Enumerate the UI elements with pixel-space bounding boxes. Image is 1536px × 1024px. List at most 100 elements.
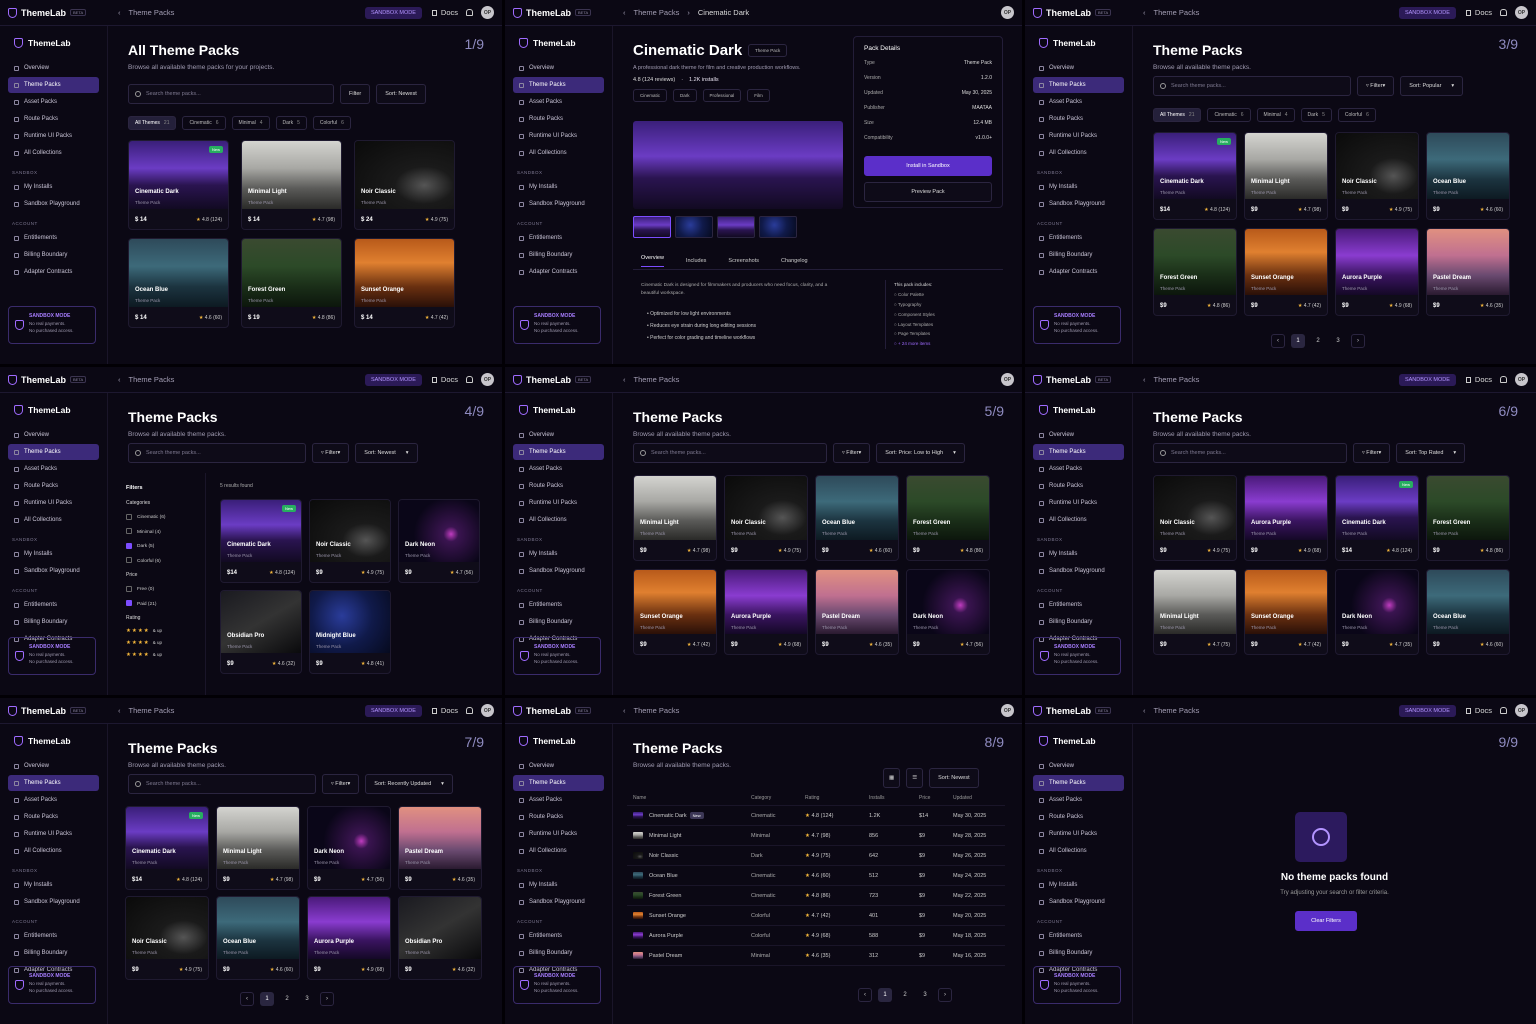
sort-select[interactable]: Sort: Recently Updated ▾ xyxy=(365,774,453,794)
sidebar-item-all-collections[interactable]: All Collections xyxy=(513,512,604,528)
sidebar-item-asset-packs[interactable]: Asset Packs xyxy=(1033,792,1124,808)
sidebar-item-theme-packs[interactable]: Theme Packs xyxy=(1033,775,1124,791)
sidebar-item-all-collections[interactable]: All Collections xyxy=(8,843,99,859)
page-1-button[interactable]: 1 xyxy=(260,992,274,1006)
sidebar-item-billing-boundary[interactable]: Billing Boundary xyxy=(513,614,604,630)
sidebar-item-asset-packs[interactable]: Asset Packs xyxy=(513,461,604,477)
sidebar-item-all-collections[interactable]: All Collections xyxy=(8,145,99,161)
crumb-theme-packs[interactable]: Theme Packs xyxy=(1154,706,1200,715)
sidebar-item-entitlements[interactable]: Entitlements xyxy=(513,597,604,613)
sidebar-item-overview[interactable]: Overview xyxy=(513,427,604,443)
filter-button[interactable]: ▿ Filter ▾ xyxy=(312,443,350,463)
theme-card[interactable]: Ocean Blue Theme Pack $9 4.6 (60) xyxy=(1426,569,1510,655)
docs-link[interactable]: Docs xyxy=(431,375,458,384)
filter-button[interactable]: Filter xyxy=(340,84,371,104)
theme-card[interactable]: Forest Green Theme Pack $ 19 4.8 (86) xyxy=(241,238,342,328)
sidebar-item-route-packs[interactable]: Route Packs xyxy=(1033,478,1124,494)
theme-card[interactable]: Dark Neon Theme Pack $9 4.7 (35) xyxy=(1335,569,1419,655)
table-row[interactable]: Pastel Dream Minimal ★ 4.6 (35) 312 $9 May 16… xyxy=(627,946,1005,966)
chip-cinematic[interactable]: Cinematic 6 xyxy=(1207,108,1251,122)
theme-card[interactable]: Forest Green Theme Pack $9 4.8 (86) xyxy=(906,475,990,561)
grid-view-icon[interactable]: ▦ xyxy=(883,768,901,788)
avatar[interactable]: OP xyxy=(1515,6,1528,19)
sidebar-item-theme-packs[interactable]: Theme Packs xyxy=(8,775,99,791)
chip-all-themes[interactable]: All Themes 21 xyxy=(128,116,177,130)
sidebar-item-entitlements[interactable]: Entitlements xyxy=(513,928,604,944)
sidebar-item-adapter-contracts[interactable]: Adapter Contracts xyxy=(513,264,604,280)
theme-card[interactable]: Obsidian Pro Theme Pack $9 4.6 (32) xyxy=(398,896,482,980)
sidebar-item-my-installs[interactable]: My Installs xyxy=(8,877,99,893)
sidebar-item-sandbox-playground[interactable]: Sandbox Playground xyxy=(513,894,604,910)
sidebar-item-sandbox-playground[interactable]: Sandbox Playground xyxy=(1033,894,1124,910)
checkbox[interactable] xyxy=(126,513,132,520)
screenshot-thumb[interactable] xyxy=(675,216,713,238)
crumb-theme-packs[interactable]: Theme Packs xyxy=(1154,8,1200,17)
theme-card[interactable]: Aurora Purple Theme Pack $9 4.9 (68) xyxy=(307,896,391,980)
theme-card[interactable]: Pastel Dream Theme Pack $9 4.6 (35) xyxy=(815,569,899,655)
table-row[interactable]: Forest Green Cinematic ★ 4.8 (86) 723 $9 May … xyxy=(627,886,1005,906)
back-chevron-icon[interactable]: ‹ xyxy=(623,706,626,715)
sidebar-item-route-packs[interactable]: Route Packs xyxy=(513,111,604,127)
crumb-theme-packs[interactable]: Theme Packs xyxy=(129,706,175,715)
checkbox[interactable] xyxy=(126,600,132,607)
category-checkbox[interactable]: Dark (5) xyxy=(126,539,205,553)
theme-card[interactable]: Ocean Blue Theme Pack $9 4.6 (60) xyxy=(216,896,300,980)
theme-card[interactable]: Cinematic Dark Theme Pack $14 4.8 (124) New xyxy=(1153,132,1237,220)
crumb-theme-packs[interactable]: Theme Packs xyxy=(1154,375,1200,384)
sidebar-item-overview[interactable]: Overview xyxy=(1033,427,1124,443)
sidebar-item-overview[interactable]: Overview xyxy=(1033,758,1124,774)
avatar[interactable]: OP xyxy=(481,6,494,19)
table-row[interactable]: Aurora Purple Colorful ★ 4.9 (68) 588 $9 May … xyxy=(627,926,1005,946)
sidebar-item-route-packs[interactable]: Route Packs xyxy=(8,478,99,494)
sidebar-item-my-installs[interactable]: My Installs xyxy=(513,546,604,562)
sidebar-item-entitlements[interactable]: Entitlements xyxy=(8,597,99,613)
search-input[interactable]: Search theme packs... xyxy=(1153,76,1351,96)
sidebar-item-all-collections[interactable]: All Collections xyxy=(1033,843,1124,859)
theme-card[interactable]: Pastel Dream Theme Pack $9 4.6 (35) xyxy=(398,806,482,890)
sidebar-item-theme-packs[interactable]: Theme Packs xyxy=(513,444,604,460)
tab-changelog[interactable]: Changelog xyxy=(781,258,808,264)
sidebar-item-asset-packs[interactable]: Asset Packs xyxy=(513,94,604,110)
sidebar-item-sandbox-playground[interactable]: Sandbox Playground xyxy=(8,894,99,910)
theme-card[interactable]: Noir Classic Theme Pack $9 4.9 (75) xyxy=(1335,132,1419,220)
theme-card[interactable]: Noir Classic Theme Pack $9 4.9 (75) xyxy=(724,475,808,561)
sidebar-item-sandbox-playground[interactable]: Sandbox Playground xyxy=(513,196,604,212)
sidebar-item-sandbox-playground[interactable]: Sandbox Playground xyxy=(8,196,99,212)
prev-page-button[interactable]: ‹ xyxy=(858,988,872,1002)
avatar[interactable]: OP xyxy=(1001,373,1014,386)
rating-filter[interactable]: ★★★★ & up xyxy=(126,649,205,661)
sidebar-item-overview[interactable]: Overview xyxy=(8,60,99,76)
sidebar-item-theme-packs[interactable]: Theme Packs xyxy=(1033,77,1124,93)
sidebar-item-runtime-ui-packs[interactable]: Runtime UI Packs xyxy=(513,128,604,144)
page-3-button[interactable]: 3 xyxy=(1331,334,1345,348)
theme-card[interactable]: Noir Classic Theme Pack $ 24 4.9 (75) xyxy=(354,140,455,230)
preview-button[interactable]: Preview Pack xyxy=(864,182,992,202)
filter-button[interactable]: ▿ Filter ▾ xyxy=(322,774,360,794)
theme-card[interactable]: Sunset Orange Theme Pack $9 4.7 (42) xyxy=(1244,228,1328,316)
next-page-button[interactable]: › xyxy=(1351,334,1365,348)
sidebar-item-entitlements[interactable]: Entitlements xyxy=(1033,230,1124,246)
clear-filters-button[interactable]: Clear Filters xyxy=(1295,911,1357,931)
sidebar-item-asset-packs[interactable]: Asset Packs xyxy=(513,792,604,808)
back-chevron-icon[interactable]: ‹ xyxy=(623,375,626,384)
theme-card[interactable]: Obsidian Pro Theme Pack $9 4.6 (32) xyxy=(220,590,302,674)
sidebar-item-billing-boundary[interactable]: Billing Boundary xyxy=(513,945,604,961)
page-1-button[interactable]: 1 xyxy=(1291,334,1305,348)
search-input[interactable]: Search theme packs... xyxy=(1153,443,1347,463)
page-1-button[interactable]: 1 xyxy=(878,988,892,1002)
theme-card[interactable]: Cinematic Dark Theme Pack $ 14 4.8 (124) New xyxy=(128,140,229,230)
sidebar-item-adapter-contracts[interactable]: Adapter Contracts xyxy=(8,264,99,280)
sidebar-item-overview[interactable]: Overview xyxy=(513,758,604,774)
price-checkbox[interactable]: Paid (21) xyxy=(126,597,205,611)
rating-filter[interactable]: ★★★★ & up xyxy=(126,637,205,649)
theme-card[interactable]: Aurora Purple Theme Pack $9 4.9 (68) xyxy=(1335,228,1419,316)
sidebar-item-all-collections[interactable]: All Collections xyxy=(513,145,604,161)
sidebar-item-entitlements[interactable]: Entitlements xyxy=(1033,597,1124,613)
back-chevron-icon[interactable]: ‹ xyxy=(1143,8,1146,17)
sidebar-item-entitlements[interactable]: Entitlements xyxy=(8,230,99,246)
theme-card[interactable]: Noir Classic Theme Pack $9 4.9 (75) xyxy=(309,499,391,583)
sidebar-item-runtime-ui-packs[interactable]: Runtime UI Packs xyxy=(8,128,99,144)
sidebar-item-my-installs[interactable]: My Installs xyxy=(513,179,604,195)
table-row[interactable]: Sunset Orange Colorful ★ 4.7 (42) 401 $9 May … xyxy=(627,906,1005,926)
chip-colorful[interactable]: Colorful 6 xyxy=(1337,108,1376,122)
